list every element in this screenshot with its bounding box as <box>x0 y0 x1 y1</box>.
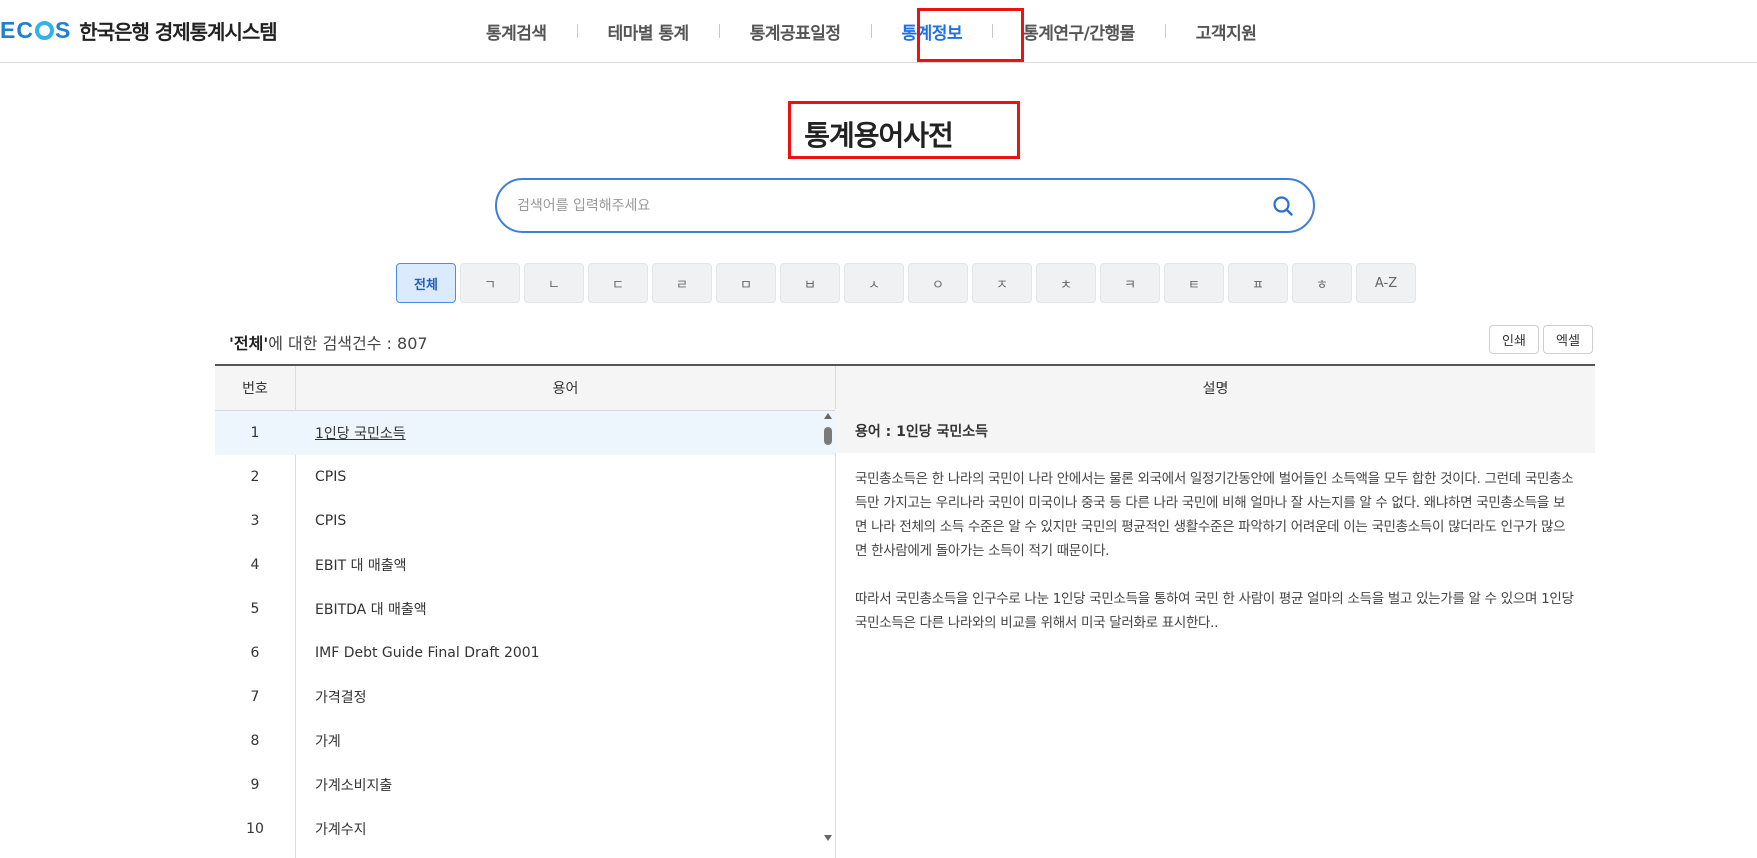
index-filter-chieut[interactable]: ㅊ <box>1036 263 1096 303</box>
table-row[interactable]: 7 가격결정 <box>215 675 835 719</box>
row-number: 1 <box>250 425 260 441</box>
nav-item-release-schedule[interactable]: 통계공표일정 <box>734 19 857 44</box>
index-filter-digeut[interactable]: ㄷ <box>588 263 648 303</box>
row-term-link[interactable]: EBIT 대 매출액 <box>295 555 407 575</box>
row-term-link[interactable]: IMF Debt Guide Final Draft 2001 <box>295 645 540 661</box>
description-paragraph: 따라서 국민총소득을 인구수로 나눈 1인당 국민소득을 통하여 국민 한 사람… <box>855 591 1574 631</box>
index-filter-giyeok[interactable]: ㄱ <box>460 263 520 303</box>
index-filter-ieung[interactable]: ㅇ <box>908 263 968 303</box>
scroll-up-icon[interactable] <box>824 413 832 419</box>
index-filter-mieum[interactable]: ㅁ <box>716 263 776 303</box>
term-list: 1 1인당 국민소득 2 CPIS 3 CPIS 4 EBIT 대 매출액 5 … <box>215 411 835 858</box>
print-button[interactable]: 인쇄 <box>1489 325 1539 354</box>
nav-item-support[interactable]: 고객지원 <box>1180 19 1273 44</box>
search-box <box>495 178 1315 233</box>
logo-mark-start: EC <box>0 16 34 43</box>
result-count: '전체'에 대한 검색건수 : 807 <box>229 330 428 354</box>
nav-divider <box>1164 24 1166 38</box>
header-number: 번호 <box>242 381 268 397</box>
description-body: 국민총소득은 한 나라의 국민이 나라 안에서는 물론 외국에서 일정기간동안에… <box>835 453 1595 635</box>
result-filter-term: '전체' <box>229 334 269 353</box>
nav-item-stat-info[interactable]: 통계정보 <box>886 19 979 44</box>
result-count-text: 에 대한 검색건수 : 807 <box>268 334 428 353</box>
table-header: 번호 용어 설명 <box>215 366 1595 411</box>
site-header: EC S 한국은행 경제통계시스템 통계검색 테마별 통계 통계공표일정 통계정보… <box>0 0 1757 63</box>
logo-ring-icon <box>34 20 54 40</box>
row-term-link[interactable]: CPIS <box>295 513 346 529</box>
table-row[interactable]: 6 IMF Debt Guide Final Draft 2001 <box>215 631 835 675</box>
index-filter-jieut[interactable]: ㅈ <box>972 263 1032 303</box>
nav-divider <box>576 24 578 38</box>
description-panel: 용어 : 1인당 국민소득 국민총소득은 한 나라의 국민이 나라 안에서는 물… <box>835 409 1595 858</box>
main-nav: 통계검색 테마별 통계 통계공표일정 통계정보 통계연구/간행물 고객지원 <box>470 0 1272 62</box>
logo-mark: EC S <box>0 17 71 44</box>
index-filter-az[interactable]: A-Z <box>1356 263 1416 303</box>
table-row[interactable]: 2 CPIS <box>215 455 835 499</box>
header-term: 용어 <box>552 381 579 397</box>
row-number: 5 <box>250 601 260 617</box>
index-filter-pieup[interactable]: ㅍ <box>1228 263 1288 303</box>
index-filter-all[interactable]: 전체 <box>396 263 456 303</box>
table-row[interactable]: 1 1인당 국민소득 <box>215 411 835 455</box>
nav-item-stat-search[interactable]: 통계검색 <box>470 19 563 44</box>
table-row[interactable]: 10 가계수지 <box>215 807 835 851</box>
row-number: 4 <box>250 557 260 573</box>
index-filter-rieul[interactable]: ㄹ <box>652 263 712 303</box>
index-filter-nieun[interactable]: ㄴ <box>524 263 584 303</box>
index-filter-bar: 전체 ㄱ ㄴ ㄷ ㄹ ㅁ ㅂ ㅅ ㅇ ㅈ ㅊ ㅋ ㅌ ㅍ ㅎ A-Z <box>396 263 1416 303</box>
row-term-link[interactable]: 1인당 국민소득 <box>295 423 406 443</box>
row-number: 3 <box>250 513 260 529</box>
description-heading: 용어 : 1인당 국민소득 <box>835 409 1595 453</box>
row-term-link[interactable]: 가계 <box>295 731 341 751</box>
logo-mark-end: S <box>54 16 72 43</box>
scroll-down-icon[interactable] <box>824 835 832 841</box>
search-icon[interactable] <box>1271 194 1295 218</box>
header-description: 설명 <box>1202 381 1229 397</box>
nav-item-research[interactable]: 통계연구/간행물 <box>1007 19 1151 44</box>
scroll-thumb[interactable] <box>824 427 832 445</box>
logo-text: 한국은행 경제통계시스템 <box>79 19 277 44</box>
index-filter-bieup[interactable]: ㅂ <box>780 263 840 303</box>
term-list-scrollbar[interactable] <box>822 409 834 845</box>
table-row[interactable]: 8 가계 <box>215 719 835 763</box>
row-number: 10 <box>246 821 264 837</box>
index-filter-hieut[interactable]: ㅎ <box>1292 263 1352 303</box>
nav-item-theme-stats[interactable]: 테마별 통계 <box>592 19 705 44</box>
table-row[interactable]: 3 CPIS <box>215 499 835 543</box>
row-number: 8 <box>250 733 260 749</box>
index-filter-siot[interactable]: ㅅ <box>844 263 904 303</box>
row-term-link[interactable]: 가계수지 <box>295 819 367 839</box>
index-filter-kieuk[interactable]: ㅋ <box>1100 263 1160 303</box>
excel-button[interactable]: 엑셀 <box>1543 325 1593 354</box>
row-term-link[interactable]: CPIS <box>295 469 346 485</box>
search-input[interactable] <box>517 194 1237 218</box>
site-logo[interactable]: EC S 한국은행 경제통계시스템 <box>0 16 278 44</box>
table-row[interactable]: 4 EBIT 대 매출액 <box>215 543 835 587</box>
row-term-link[interactable]: 가계소비지출 <box>295 775 392 795</box>
index-filter-tieut[interactable]: ㅌ <box>1164 263 1224 303</box>
nav-divider <box>870 24 872 38</box>
nav-divider <box>718 24 720 38</box>
description-paragraph: 국민총소득은 한 나라의 국민이 나라 안에서는 물론 외국에서 일정기간동안에… <box>855 471 1574 559</box>
table-row[interactable]: 5 EBITDA 대 매출액 <box>215 587 835 631</box>
page-title: 통계용어사전 <box>804 119 954 152</box>
row-term-link[interactable]: 가격결정 <box>295 687 367 707</box>
row-number: 2 <box>250 469 260 485</box>
table-row[interactable]: 9 가계소비지출 <box>215 763 835 807</box>
row-number: 9 <box>250 777 260 793</box>
row-term-link[interactable]: EBITDA 대 매출액 <box>295 599 427 619</box>
row-number: 6 <box>250 645 260 661</box>
nav-divider <box>992 24 994 38</box>
row-number: 7 <box>250 689 260 705</box>
